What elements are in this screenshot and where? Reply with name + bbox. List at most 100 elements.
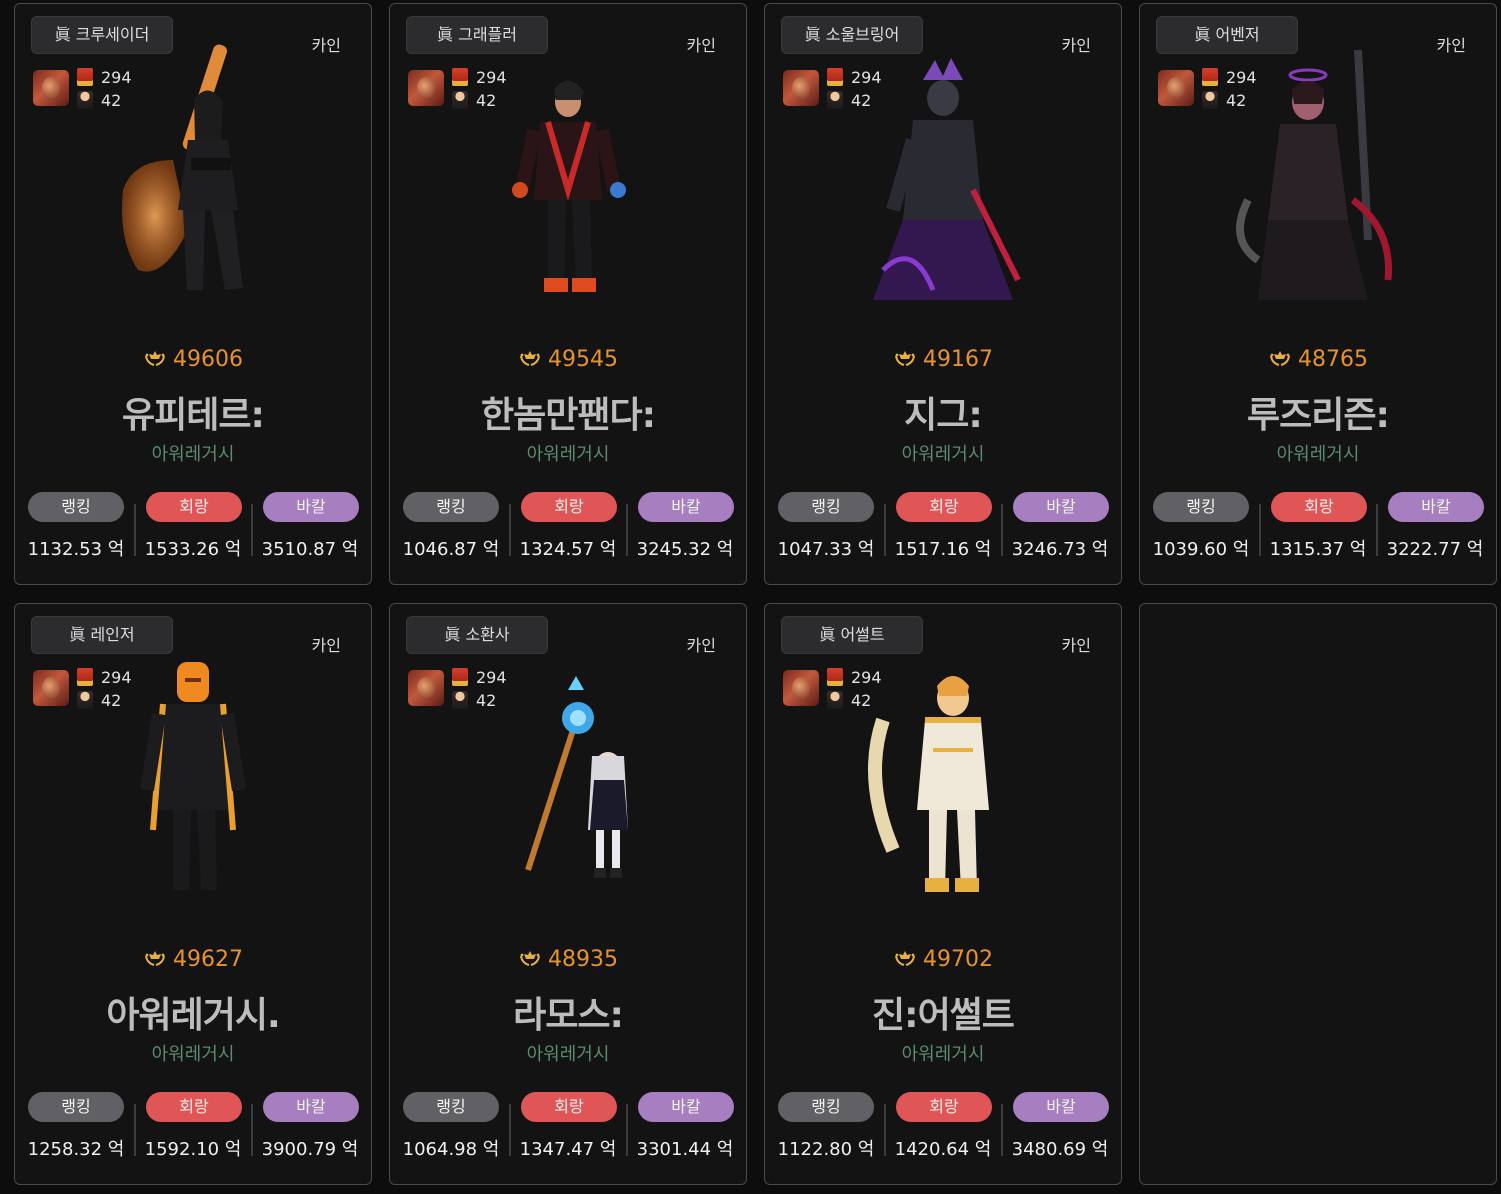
corridor-damage-value: 1324.57 억 bbox=[519, 539, 617, 560]
ranking-damage-value: 1258.32 억 bbox=[27, 1139, 125, 1160]
ranking-button[interactable]: 랭킹 bbox=[778, 1092, 874, 1122]
mini-character-icon bbox=[77, 691, 93, 709]
bakal-button[interactable]: 바칼 bbox=[263, 492, 359, 522]
mini-character-icon bbox=[1202, 91, 1218, 109]
divider bbox=[884, 504, 886, 556]
ranking-button[interactable]: 랭킹 bbox=[403, 492, 499, 522]
character-avatar bbox=[33, 670, 69, 706]
server-label: 카인 bbox=[686, 36, 716, 55]
corridor-damage-value: 1347.47 억 bbox=[519, 1139, 617, 1160]
corridor-button[interactable]: 회랑 bbox=[146, 492, 242, 522]
guild-name[interactable]: 아워레거시 bbox=[15, 1040, 371, 1066]
fame-value: 48765 bbox=[1298, 347, 1368, 372]
fame-score: 49702 bbox=[765, 947, 1121, 972]
divider bbox=[251, 1104, 253, 1156]
guild-name[interactable]: 아워레거시 bbox=[15, 440, 371, 466]
fame-value: 48935 bbox=[548, 947, 618, 972]
mini-character-icon bbox=[827, 691, 843, 709]
ranking-damage-value: 1064.98 억 bbox=[402, 1139, 500, 1160]
server-label: 카인 bbox=[1436, 36, 1466, 55]
ranking-button[interactable]: 랭킹 bbox=[778, 492, 874, 522]
ranking-button[interactable]: 랭킹 bbox=[403, 1092, 499, 1122]
guild-name[interactable]: 아워레거시 bbox=[765, 440, 1121, 466]
divider bbox=[626, 504, 628, 556]
divider bbox=[509, 504, 511, 556]
divider bbox=[509, 1104, 511, 1156]
corridor-damage-value: 1420.64 억 bbox=[894, 1139, 992, 1160]
divider bbox=[1001, 1104, 1003, 1156]
character-name: 지그: bbox=[904, 395, 983, 436]
medal-icon bbox=[77, 668, 93, 686]
character-avatar bbox=[783, 670, 819, 706]
character-card[interactable]: 眞 그래플러 카인 294 42 49545 한놈만팬다: 아워레거시 랭킹 회… bbox=[389, 3, 747, 585]
fame-value: 49702 bbox=[923, 947, 993, 972]
character-name: 루즈리즌: bbox=[1247, 395, 1390, 436]
character-illustration bbox=[843, 640, 1043, 910]
medal-icon bbox=[827, 68, 843, 86]
bakal-button[interactable]: 바칼 bbox=[1388, 492, 1484, 522]
corridor-button[interactable]: 회랑 bbox=[1271, 492, 1367, 522]
bakal-button[interactable]: 바칼 bbox=[1013, 1092, 1109, 1122]
character-illustration bbox=[843, 40, 1043, 310]
ranking-button[interactable]: 랭킹 bbox=[1153, 492, 1249, 522]
mini-character-icon bbox=[77, 91, 93, 109]
character-card[interactable]: 眞 레인저 카인 294 42 49627 아워레거시. 아워레거시 랭킹 회랑… bbox=[14, 603, 372, 1185]
character-name: 진:어썰트 bbox=[872, 995, 1015, 1036]
character-avatar bbox=[408, 70, 444, 106]
corridor-button[interactable]: 회랑 bbox=[521, 492, 617, 522]
character-card[interactable]: 眞 크루세이더 카인 294 42 49606 유피테르: 아워레거시 랭킹 회… bbox=[14, 3, 372, 585]
fame-score: 49627 bbox=[15, 947, 371, 972]
guild-name[interactable]: 아워레거시 bbox=[390, 440, 746, 466]
bakal-button[interactable]: 바칼 bbox=[638, 492, 734, 522]
medal-icon bbox=[827, 668, 843, 686]
character-illustration bbox=[93, 40, 293, 310]
bakal-damage-value: 3900.79 억 bbox=[261, 1139, 359, 1160]
character-name: 아워레거시. bbox=[106, 995, 280, 1036]
fame-score: 49167 bbox=[765, 347, 1121, 372]
character-card[interactable]: 眞 어벤저 카인 294 42 48765 루즈리즌: 아워레거시 랭킹 회랑 … bbox=[1139, 3, 1497, 585]
bakal-button[interactable]: 바칼 bbox=[638, 1092, 734, 1122]
character-avatar bbox=[33, 70, 69, 106]
medal-icon bbox=[77, 68, 93, 86]
bakal-button[interactable]: 바칼 bbox=[263, 1092, 359, 1122]
character-card[interactable]: 眞 어썰트 카인 294 42 49702 진:어썰트 아워레거시 랭킹 회랑 … bbox=[764, 603, 1122, 1185]
ranking-button[interactable]: 랭킹 bbox=[28, 492, 124, 522]
ranking-damage-value: 1122.80 억 bbox=[777, 1139, 875, 1160]
crown-laurel-icon bbox=[143, 948, 167, 968]
fame-value: 49167 bbox=[923, 347, 993, 372]
corridor-damage-value: 1517.16 억 bbox=[894, 539, 992, 560]
corridor-button[interactable]: 회랑 bbox=[896, 1092, 992, 1122]
divider bbox=[626, 1104, 628, 1156]
medal-icon bbox=[1202, 68, 1218, 86]
corridor-button[interactable]: 회랑 bbox=[896, 492, 992, 522]
server-label: 카인 bbox=[311, 36, 341, 55]
character-illustration bbox=[93, 640, 293, 910]
fame-score: 49545 bbox=[390, 347, 746, 372]
server-label: 카인 bbox=[1061, 636, 1091, 655]
bakal-damage-value: 3480.69 억 bbox=[1011, 1139, 1109, 1160]
character-avatar bbox=[783, 70, 819, 106]
divider bbox=[1376, 504, 1378, 556]
crown-laurel-icon bbox=[893, 348, 917, 368]
corridor-button[interactable]: 회랑 bbox=[521, 1092, 617, 1122]
divider bbox=[884, 1104, 886, 1156]
empty-card-slot bbox=[1139, 603, 1497, 1185]
divider bbox=[134, 1104, 136, 1156]
ranking-button[interactable]: 랭킹 bbox=[28, 1092, 124, 1122]
guild-name[interactable]: 아워레거시 bbox=[765, 1040, 1121, 1066]
character-name: 라모스: bbox=[513, 995, 624, 1036]
crown-laurel-icon bbox=[143, 348, 167, 368]
guild-name[interactable]: 아워레거시 bbox=[390, 1040, 746, 1066]
character-name: 유피테르: bbox=[122, 395, 265, 436]
character-card[interactable]: 眞 소울브링어 카인 294 42 49167 지그: 아워레거시 랭킹 회랑 … bbox=[764, 3, 1122, 585]
corridor-button[interactable]: 회랑 bbox=[146, 1092, 242, 1122]
crown-laurel-icon bbox=[1268, 348, 1292, 368]
crown-laurel-icon bbox=[518, 948, 542, 968]
fame-score: 48765 bbox=[1140, 347, 1496, 372]
bakal-damage-value: 3301.44 억 bbox=[636, 1139, 734, 1160]
character-avatar bbox=[1158, 70, 1194, 106]
guild-name[interactable]: 아워레거시 bbox=[1140, 440, 1496, 466]
bakal-damage-value: 3222.77 억 bbox=[1386, 539, 1484, 560]
character-card[interactable]: 眞 소환사 카인 294 42 48935 라모스: 아워레거시 랭킹 회랑 바… bbox=[389, 603, 747, 1185]
bakal-button[interactable]: 바칼 bbox=[1013, 492, 1109, 522]
